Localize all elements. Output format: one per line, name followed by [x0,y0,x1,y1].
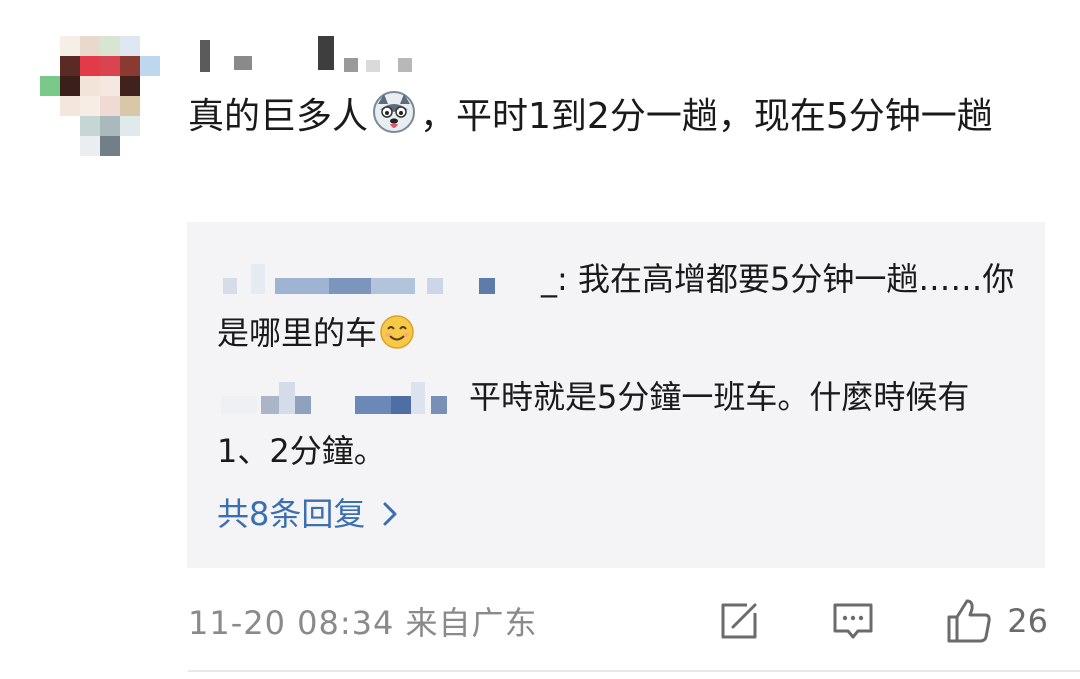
comment-actions: 26 [717,596,1048,646]
comment-meta: 11-20 08:34 来自广东 [188,604,538,642]
like-count: 26 [1007,602,1048,640]
comment-footer: 11-20 08:34 来自广东 26 [188,596,1048,646]
reply-button[interactable] [831,599,875,643]
share-button[interactable] [717,599,761,643]
comment-icon [833,603,873,639]
reply-item[interactable]: _: 我在高增都要5分钟一趟……你是哪里的车 [217,252,1017,360]
comment-text-part2: ，平时1到2分一趟，现在5分钟一趟 [420,96,993,137]
replies-box: _: 我在高增都要5分钟一趟……你是哪里的车 平時就是5分鐘一班车。什麼時候有1… [187,222,1045,568]
husky-emoji-icon [372,90,416,134]
reply-username[interactable] [217,264,541,296]
avatar[interactable] [40,36,160,156]
more-replies-label: 共8条回复 [217,495,366,533]
like-button[interactable]: 26 [945,597,1048,645]
comment-card: 真的巨多人 ，平时1到2分一趟，现在5分钟一趟 _: 我在高增都要5分钟一趟……… [0,0,1080,679]
smile-emoji-icon [379,312,415,349]
like-icon [947,599,991,643]
chevron-right-icon [383,502,397,526]
share-icon [721,603,757,639]
divider [188,670,1080,672]
reply-item[interactable]: 平時就是5分鐘一班车。什麼時候有1、2分鐘。 [217,370,1017,478]
more-replies-link[interactable]: 共8条回复 [217,492,399,536]
reply-separator: _: [541,260,578,298]
comment-text: 真的巨多人 ，平时1到2分一趟，现在5分钟一趟 [188,86,1048,148]
comment-text-part1: 真的巨多人 [188,96,369,137]
reply-username[interactable] [217,382,469,414]
username[interactable] [190,36,430,78]
